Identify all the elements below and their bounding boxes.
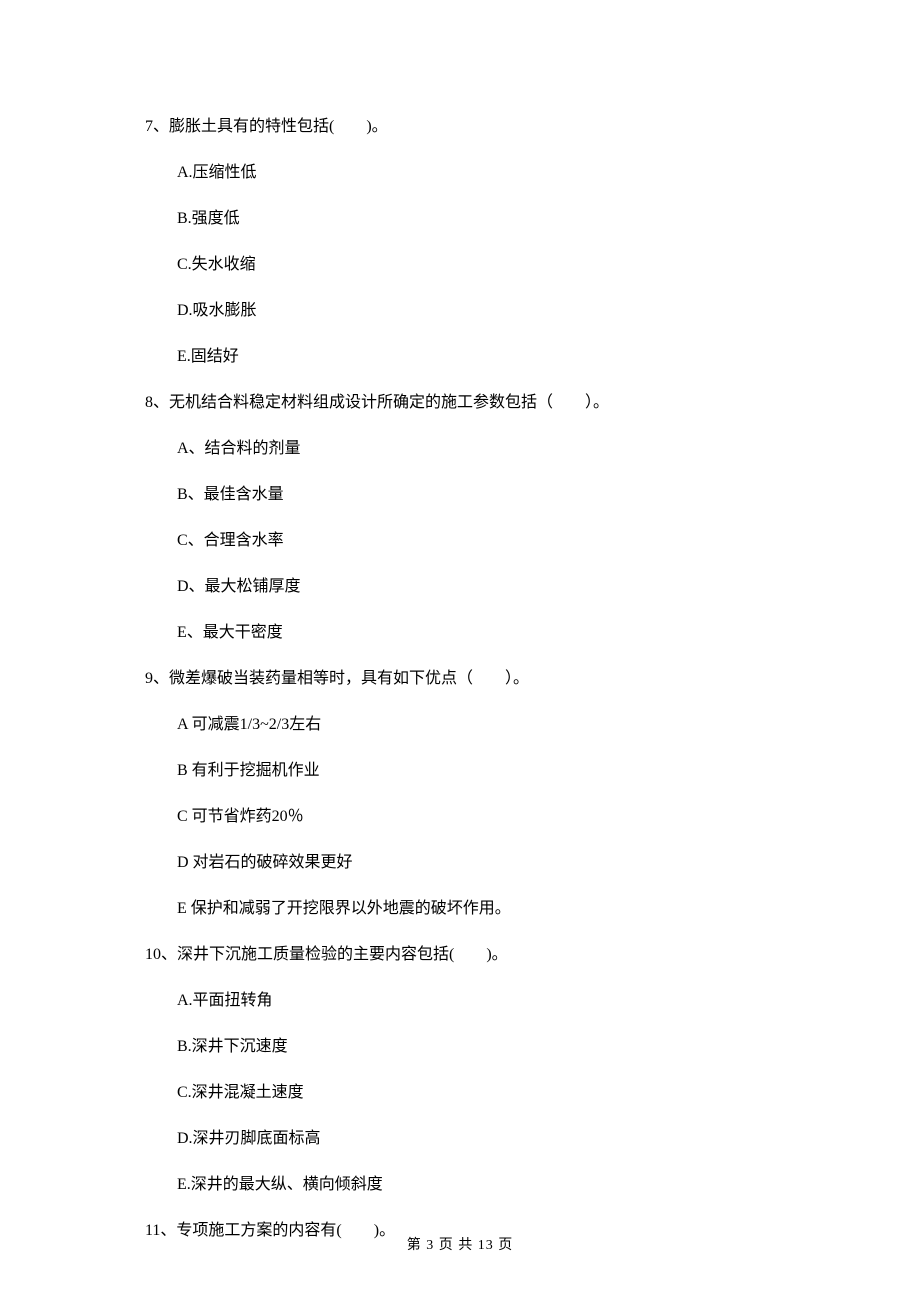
question-option: E.深井的最大纵、横向倾斜度 [145, 1173, 775, 1197]
question-option: B.深井下沉速度 [145, 1035, 775, 1059]
question-option: A 可减震1/3~2/3左右 [145, 713, 775, 737]
question-option: A.平面扭转角 [145, 989, 775, 1013]
question-stem: 9、微差爆破当装药量相等时，具有如下优点（ ）。 [145, 667, 775, 691]
question-stem: 10、深井下沉施工质量检验的主要内容包括( )。 [145, 943, 775, 967]
question-9: 9、微差爆破当装药量相等时，具有如下优点（ ）。 A 可减震1/3~2/3左右 … [145, 667, 775, 921]
question-option: C、合理含水率 [145, 529, 775, 553]
question-option: A.压缩性低 [145, 161, 775, 185]
question-7: 7、膨胀土具有的特性包括( )。 A.压缩性低 B.强度低 C.失水收缩 D.吸… [145, 115, 775, 369]
question-option: C 可节省炸药20％ [145, 805, 775, 829]
question-option: D、最大松铺厚度 [145, 575, 775, 599]
page-footer: 第 3 页 共 13 页 [0, 1234, 920, 1254]
question-option: E、最大干密度 [145, 621, 775, 645]
question-option: E 保护和减弱了开挖限界以外地震的破坏作用。 [145, 897, 775, 921]
question-option: C.失水收缩 [145, 253, 775, 277]
question-option: A、结合料的剂量 [145, 437, 775, 461]
question-option: D.吸水膨胀 [145, 299, 775, 323]
question-stem: 7、膨胀土具有的特性包括( )。 [145, 115, 775, 139]
question-option: B 有利于挖掘机作业 [145, 759, 775, 783]
question-stem: 8、无机结合料稳定材料组成设计所确定的施工参数包括（ ）。 [145, 391, 775, 415]
question-option: D 对岩石的破碎效果更好 [145, 851, 775, 875]
question-option: B、最佳含水量 [145, 483, 775, 507]
question-option: C.深井混凝土速度 [145, 1081, 775, 1105]
question-8: 8、无机结合料稳定材料组成设计所确定的施工参数包括（ ）。 A、结合料的剂量 B… [145, 391, 775, 645]
question-option: B.强度低 [145, 207, 775, 231]
question-option: D.深井刃脚底面标高 [145, 1127, 775, 1151]
question-option: E.固结好 [145, 345, 775, 369]
question-10: 10、深井下沉施工质量检验的主要内容包括( )。 A.平面扭转角 B.深井下沉速… [145, 943, 775, 1197]
page-content: 7、膨胀土具有的特性包括( )。 A.压缩性低 B.强度低 C.失水收缩 D.吸… [0, 0, 920, 1243]
